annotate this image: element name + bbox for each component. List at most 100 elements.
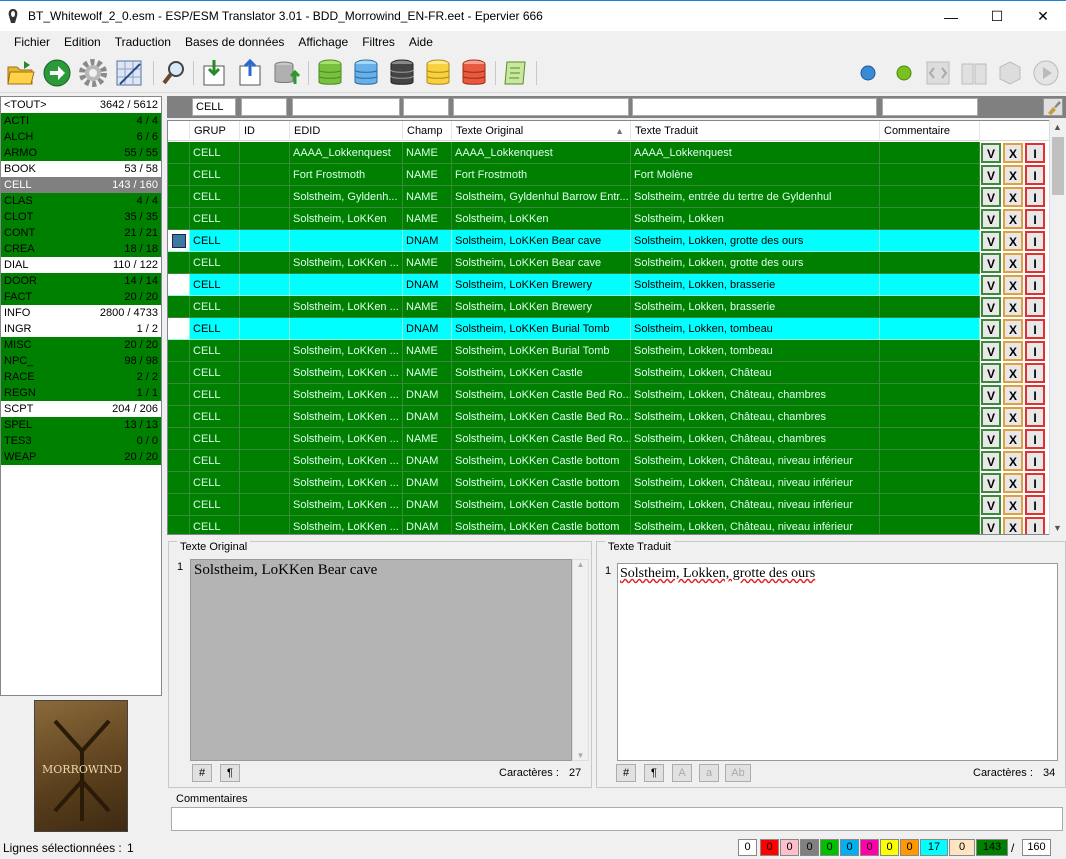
validate-button[interactable]: V	[981, 297, 1001, 317]
category-item[interactable]: CLAS 4 / 4	[1, 193, 161, 209]
database-red-icon[interactable]	[458, 57, 490, 89]
lowercase-button[interactable]: a	[699, 764, 719, 782]
row-indicator[interactable]	[168, 142, 190, 164]
menu-bases-de-donnees[interactable]: Bases de données	[178, 31, 291, 53]
header-texte-traduit[interactable]: Texte Traduit	[631, 121, 880, 141]
category-item[interactable]: RACE 2 / 2	[1, 369, 161, 385]
category-item[interactable]: <TOUT> 3642 / 5612	[1, 97, 161, 113]
reject-button[interactable]: X	[1003, 363, 1023, 383]
row-indicator[interactable]	[168, 384, 190, 406]
ignore-button[interactable]: I	[1025, 407, 1045, 427]
reject-button[interactable]: X	[1003, 143, 1023, 163]
category-item[interactable]: DIAL 110 / 122	[1, 257, 161, 273]
reject-button[interactable]: X	[1003, 495, 1023, 515]
scroll-up-icon[interactable]: ▲	[1053, 122, 1062, 132]
category-item[interactable]: CLOT 35 / 35	[1, 209, 161, 225]
go-arrow-icon[interactable]	[41, 57, 73, 89]
reject-button[interactable]: X	[1003, 451, 1023, 471]
ignore-button[interactable]: I	[1025, 517, 1045, 534]
reject-button[interactable]: X	[1003, 209, 1023, 229]
ignore-button[interactable]: I	[1025, 143, 1045, 163]
ignore-button[interactable]: I	[1025, 363, 1045, 383]
scrollbar-thumb[interactable]	[1052, 137, 1064, 195]
row-indicator[interactable]	[168, 450, 190, 472]
ignore-button[interactable]: I	[1025, 231, 1045, 251]
reject-button[interactable]: X	[1003, 187, 1023, 207]
filter-commentaire-input[interactable]	[882, 98, 978, 116]
database-blue-icon[interactable]	[350, 57, 382, 89]
row-indicator[interactable]	[168, 186, 190, 208]
validate-button[interactable]: V	[981, 165, 1001, 185]
validate-button[interactable]: V	[981, 143, 1001, 163]
table-row[interactable]: CELL Solstheim, LoKKen ... DNAM Solstheim, …	[168, 450, 1050, 472]
clear-filter-brush-icon[interactable]	[1043, 98, 1063, 116]
filter-edid-input[interactable]	[292, 98, 400, 116]
database-black-icon[interactable]	[386, 57, 418, 89]
original-pilcrow-button[interactable]: ¶	[220, 764, 240, 782]
scroll-down-icon[interactable]: ▼	[1053, 523, 1062, 533]
table-row[interactable]: CELL Solstheim, LoKKen ... NAME Solstheim, …	[168, 296, 1050, 318]
table-row[interactable]: CELL Solstheim, LoKKen ... DNAM Solstheim, …	[168, 472, 1050, 494]
validate-button[interactable]: V	[981, 473, 1001, 493]
original-text-scrollbar[interactable]: ▲ ▼	[572, 559, 589, 761]
validate-button[interactable]: V	[981, 429, 1001, 449]
table-row[interactable]: CELL AAAA_Lokkenquest NAME AAAA_Lokkenquest…	[168, 142, 1050, 164]
table-row[interactable]: CELL Solstheim, LoKKen ... DNAM Solstheim, …	[168, 494, 1050, 516]
ignore-button[interactable]: I	[1025, 165, 1045, 185]
database-green-icon[interactable]	[314, 57, 346, 89]
validate-button[interactable]: V	[981, 363, 1001, 383]
validate-button[interactable]: V	[981, 319, 1001, 339]
uppercase-button[interactable]: A	[672, 764, 692, 782]
row-indicator[interactable]	[168, 208, 190, 230]
header-texte-original[interactable]: Texte Original ▲	[452, 121, 631, 141]
ignore-button[interactable]: I	[1025, 297, 1045, 317]
category-item[interactable]: FACT 20 / 20	[1, 289, 161, 305]
row-indicator[interactable]	[168, 252, 190, 274]
validate-button[interactable]: V	[981, 275, 1001, 295]
validate-button[interactable]: V	[981, 451, 1001, 471]
table-row[interactable]: CELL Solstheim, LoKKen ... DNAM Solstheim, …	[168, 384, 1050, 406]
cube-disabled-icon[interactable]	[994, 57, 1026, 89]
row-indicator[interactable]	[168, 296, 190, 318]
reject-button[interactable]: X	[1003, 473, 1023, 493]
menu-aide[interactable]: Aide	[402, 31, 440, 53]
table-row[interactable]: CELL Solstheim, LoKKen ... NAME Solstheim, …	[168, 362, 1050, 384]
header-grup[interactable]: GRUP	[190, 121, 240, 141]
reject-button[interactable]: X	[1003, 517, 1023, 534]
validate-button[interactable]: V	[981, 253, 1001, 273]
translated-hash-button[interactable]: #	[616, 764, 636, 782]
ignore-button[interactable]: I	[1025, 429, 1045, 449]
validate-button[interactable]: V	[981, 231, 1001, 251]
category-item[interactable]: ALCH 6 / 6	[1, 129, 161, 145]
table-row[interactable]: CELL DNAM Solstheim, LoKKen Bear cave Solst…	[168, 230, 1050, 252]
reject-button[interactable]: X	[1003, 429, 1023, 449]
row-indicator[interactable]	[168, 274, 190, 296]
category-item[interactable]: INGR 1 / 2	[1, 321, 161, 337]
row-indicator[interactable]	[168, 318, 190, 340]
category-item[interactable]: TES3 0 / 0	[1, 433, 161, 449]
table-row[interactable]: CELL Solstheim, LoKKen ... DNAM Solstheim, …	[168, 516, 1050, 534]
table-row[interactable]: CELL Solstheim, LoKKen ... DNAM Solstheim, …	[168, 406, 1050, 428]
ignore-button[interactable]: I	[1025, 319, 1045, 339]
category-item[interactable]: SPEL 13 / 13	[1, 417, 161, 433]
row-indicator[interactable]	[168, 230, 190, 252]
book-disabled-icon[interactable]	[958, 57, 990, 89]
reject-button[interactable]: X	[1003, 253, 1023, 273]
row-indicator[interactable]	[168, 340, 190, 362]
category-item[interactable]: CELL 143 / 160	[1, 177, 161, 193]
category-item[interactable]: WEAP 20 / 20	[1, 449, 161, 465]
table-row[interactable]: CELL Solstheim, LoKKen ... NAME Solstheim, …	[168, 340, 1050, 362]
minimize-button[interactable]: —	[928, 1, 974, 32]
capitalize-button[interactable]: Ab	[725, 764, 751, 782]
ignore-button[interactable]: I	[1025, 495, 1045, 515]
validate-button[interactable]: V	[981, 517, 1001, 534]
translated-pilcrow-button[interactable]: ¶	[644, 764, 664, 782]
maximize-button[interactable]: ☐	[974, 1, 1020, 32]
import-icon[interactable]	[198, 57, 230, 89]
header-commentaire[interactable]: Commentaire	[880, 121, 980, 141]
search-icon[interactable]	[158, 57, 190, 89]
gear-icon[interactable]	[77, 57, 109, 89]
table-row[interactable]: CELL DNAM Solstheim, LoKKen Burial Tomb Sol…	[168, 318, 1050, 340]
category-item[interactable]: CONT 21 / 21	[1, 225, 161, 241]
reject-button[interactable]: X	[1003, 341, 1023, 361]
